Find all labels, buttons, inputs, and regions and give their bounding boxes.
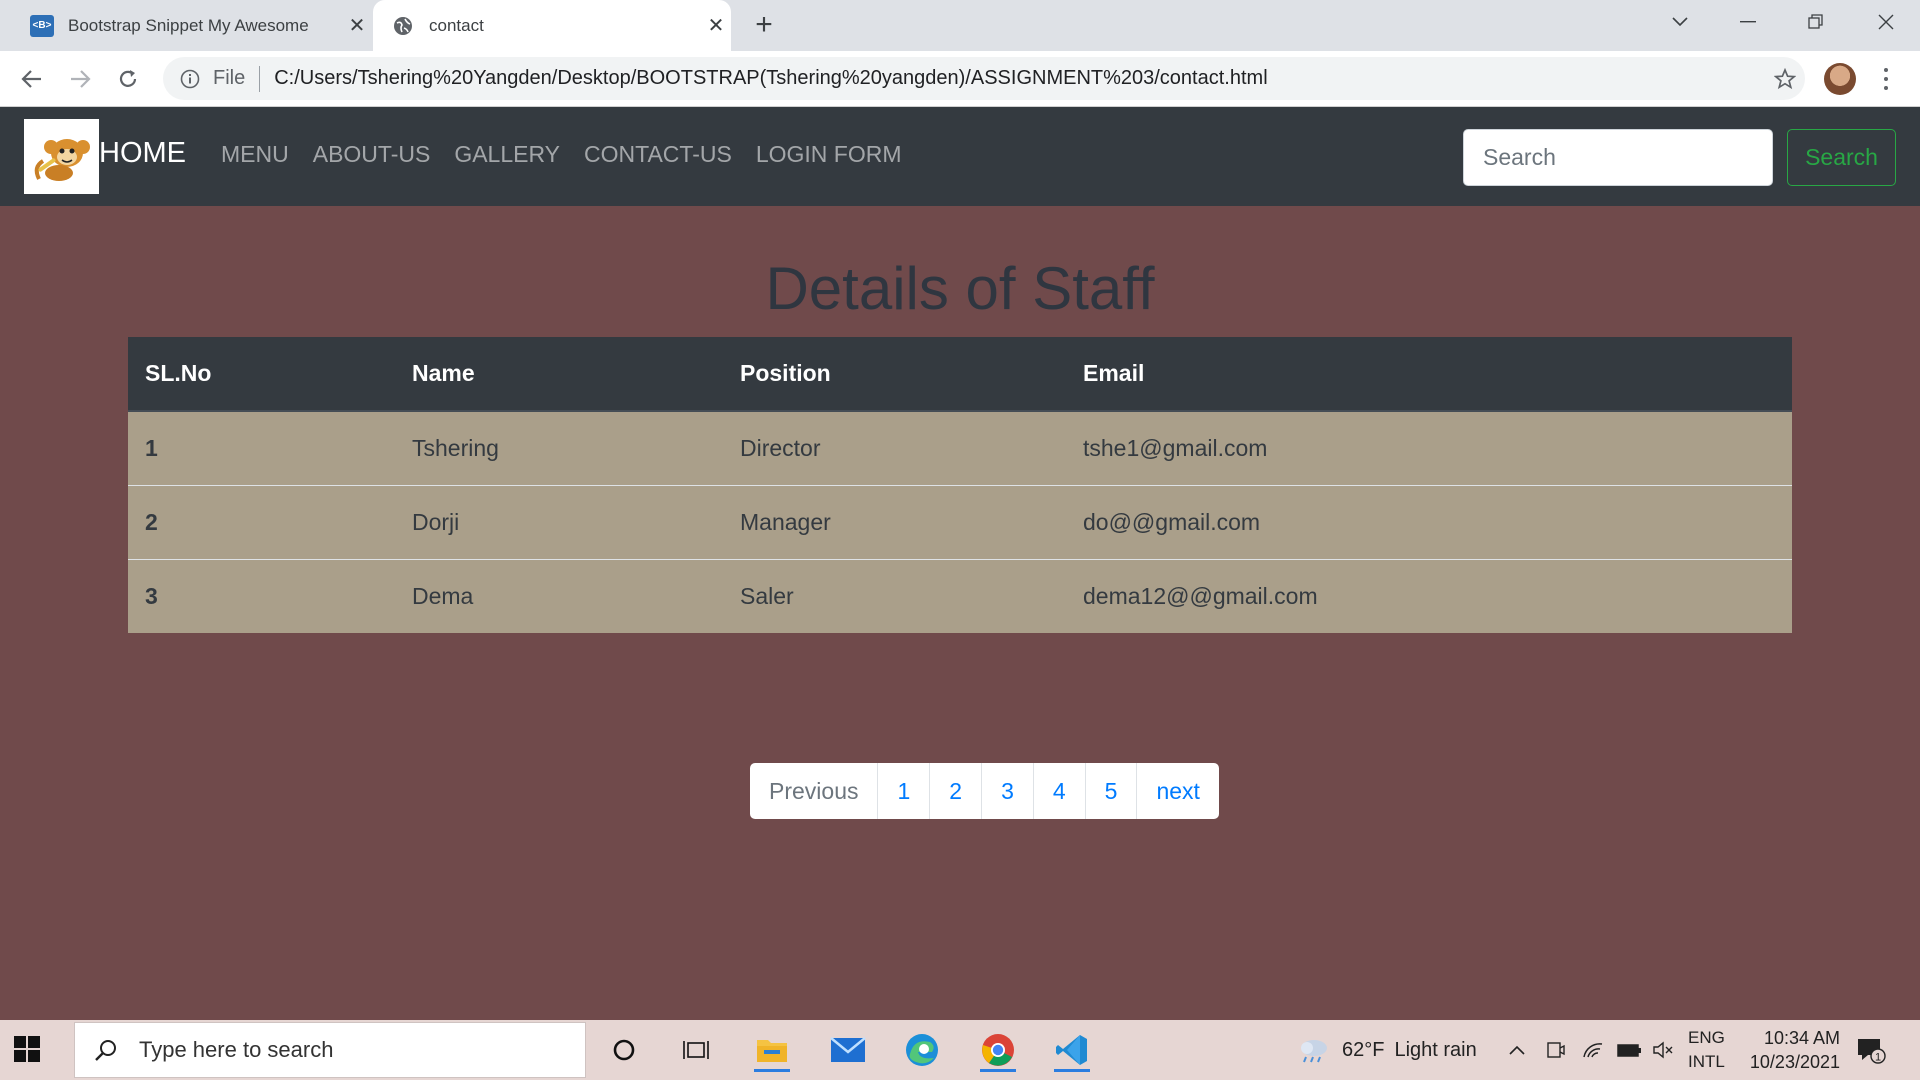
brand-home-link[interactable]: HOME xyxy=(99,137,186,170)
cell-name: Dorji xyxy=(395,484,723,559)
pagination-previous[interactable]: Previous xyxy=(750,763,877,819)
site-navbar: HOME MENU ABOUT-US GALLERY CONTACT-US LO… xyxy=(0,107,1920,206)
tab-contact[interactable]: contact ✕ xyxy=(373,0,731,51)
restore-button[interactable] xyxy=(1786,0,1846,44)
table-header-row: SL.No Name Position Email xyxy=(128,337,1792,412)
pagination: Previous 1 2 3 4 5 next xyxy=(750,763,1219,819)
close-icon[interactable]: ✕ xyxy=(342,13,372,38)
notification-count: 1 xyxy=(1875,1052,1881,1064)
nav-links: MENU ABOUT-US GALLERY CONTACT-US LOGIN F… xyxy=(221,141,901,168)
cortana-icon[interactable] xyxy=(602,1028,646,1072)
globe-icon xyxy=(391,14,415,38)
active-indicator xyxy=(1054,1069,1090,1072)
nav-link-contact-us[interactable]: CONTACT-US xyxy=(584,141,732,168)
cloud-rain-icon xyxy=(1296,1037,1330,1063)
address-bar[interactable]: File C:/Users/Tshering%20Yangden/Desktop… xyxy=(163,57,1805,100)
cell-email: do@@gmail.com xyxy=(1066,484,1792,559)
meet-now-icon[interactable] xyxy=(1545,1020,1565,1080)
cell-email: dema12@@gmail.com xyxy=(1066,558,1792,633)
nav-link-about-us[interactable]: ABOUT-US xyxy=(313,141,431,168)
cell-position: Director xyxy=(723,410,1066,485)
show-hidden-icons-chevron-icon[interactable] xyxy=(1508,1020,1526,1080)
battery-icon[interactable] xyxy=(1616,1020,1642,1080)
more-menu-icon[interactable] xyxy=(1872,65,1900,93)
profile-avatar[interactable] xyxy=(1824,63,1856,95)
url-text[interactable]: C:/Users/Tshering%20Yangden/Desktop/BOOT… xyxy=(274,67,1765,90)
browser-tab-bar: <B> Bootstrap Snippet My Awesome ✕ conta… xyxy=(0,0,1920,51)
staff-table: SL.No Name Position Email 1 Tshering Dir… xyxy=(128,337,1792,633)
pagination-page-5[interactable]: 5 xyxy=(1084,763,1137,819)
pagination-page-4[interactable]: 4 xyxy=(1032,763,1085,819)
browser-toolbar: File C:/Users/Tshering%20Yangden/Desktop… xyxy=(0,51,1920,107)
page-title: Details of Staff xyxy=(765,255,1155,322)
back-arrow-icon[interactable] xyxy=(14,61,50,97)
cell-slno: 1 xyxy=(128,410,395,485)
tab-bootstrap-snippet[interactable]: <B> Bootstrap Snippet My Awesome ✕ xyxy=(12,0,372,51)
scheme-label: File xyxy=(213,67,246,89)
minimize-button[interactable] xyxy=(1718,0,1778,44)
star-icon[interactable] xyxy=(1765,67,1805,90)
nav-link-login-form[interactable]: LOGIN FORM xyxy=(756,141,902,168)
search-input[interactable] xyxy=(1463,129,1773,186)
search-button[interactable]: Search xyxy=(1787,129,1896,186)
new-tab-button[interactable]: + xyxy=(748,8,780,42)
active-indicator xyxy=(754,1069,790,1072)
table-row: 1 Tshering Director tshe1@gmail.com xyxy=(128,410,1792,485)
clock-date: 10/23/2021 xyxy=(1749,1052,1840,1072)
speaker-muted-icon[interactable] xyxy=(1652,1020,1674,1080)
active-indicator xyxy=(980,1069,1016,1072)
windows-start-icon[interactable] xyxy=(14,1036,56,1066)
tab-search-chevron-icon[interactable] xyxy=(1650,0,1710,44)
cell-name: Tshering xyxy=(395,410,723,485)
column-header-email: Email xyxy=(1066,337,1792,412)
search-icon xyxy=(81,1038,131,1062)
mail-icon[interactable] xyxy=(826,1028,870,1072)
cell-slno: 3 xyxy=(128,558,395,633)
taskbar-clock[interactable]: 10:34 AM 10/23/2021 xyxy=(1740,1026,1840,1074)
weather-condition: Light rain xyxy=(1394,1038,1477,1061)
info-icon[interactable] xyxy=(177,69,203,89)
keyboard-layout: INTL xyxy=(1688,1052,1725,1071)
task-view-icon[interactable] xyxy=(674,1028,718,1072)
close-window-button[interactable] xyxy=(1856,0,1916,44)
nav-link-gallery[interactable]: GALLERY xyxy=(454,141,560,168)
monkey-logo-icon[interactable] xyxy=(24,119,99,194)
close-icon[interactable]: ✕ xyxy=(701,13,731,38)
pagination-page-1[interactable]: 1 xyxy=(877,763,929,819)
cell-position: Manager xyxy=(723,484,1066,559)
pagination-page-2[interactable]: 2 xyxy=(929,763,981,819)
input-language-indicator[interactable]: ENG INTL xyxy=(1688,1026,1725,1074)
column-header-position: Position xyxy=(723,337,1066,412)
wifi-icon[interactable] xyxy=(1582,1020,1604,1080)
file-explorer-icon[interactable] xyxy=(750,1028,794,1072)
column-header-name: Name xyxy=(395,337,723,412)
weather-widget[interactable]: 62°F Light rain xyxy=(1296,1020,1477,1080)
column-header-slno: SL.No xyxy=(128,337,395,412)
vscode-icon[interactable] xyxy=(1050,1028,1094,1072)
cell-slno: 2 xyxy=(128,484,395,559)
clock-time: 10:34 AM xyxy=(1763,1028,1840,1048)
edge-browser-icon[interactable] xyxy=(900,1028,944,1072)
cell-position: Saler xyxy=(723,558,1066,633)
windows-taskbar: Type here to search 62°F Light rain ENG … xyxy=(0,1020,1920,1080)
forward-arrow-icon[interactable] xyxy=(62,61,98,97)
nav-link-menu[interactable]: MENU xyxy=(221,141,289,168)
language-code: ENG xyxy=(1688,1028,1725,1047)
table-row: 3 Dema Saler dema12@@gmail.com xyxy=(128,558,1792,633)
tab-title: contact xyxy=(429,15,484,35)
cell-email: tshe1@gmail.com xyxy=(1066,410,1792,485)
pagination-next[interactable]: next xyxy=(1136,763,1218,819)
notification-center-icon[interactable]: 1 xyxy=(1856,1020,1886,1080)
tab-title: Bootstrap Snippet My Awesome xyxy=(68,15,309,35)
divider xyxy=(259,65,261,92)
taskbar-search-placeholder: Type here to search xyxy=(139,1037,334,1062)
bootstrap-icon: <B> xyxy=(30,14,54,38)
chrome-browser-icon[interactable] xyxy=(976,1028,1020,1072)
pagination-page-3[interactable]: 3 xyxy=(981,763,1033,819)
cell-name: Dema xyxy=(395,558,723,633)
weather-temp: 62°F xyxy=(1342,1038,1385,1061)
reload-icon[interactable] xyxy=(110,61,146,97)
taskbar-search-box[interactable]: Type here to search xyxy=(74,1022,586,1078)
table-row: 2 Dorji Manager do@@gmail.com xyxy=(128,484,1792,559)
